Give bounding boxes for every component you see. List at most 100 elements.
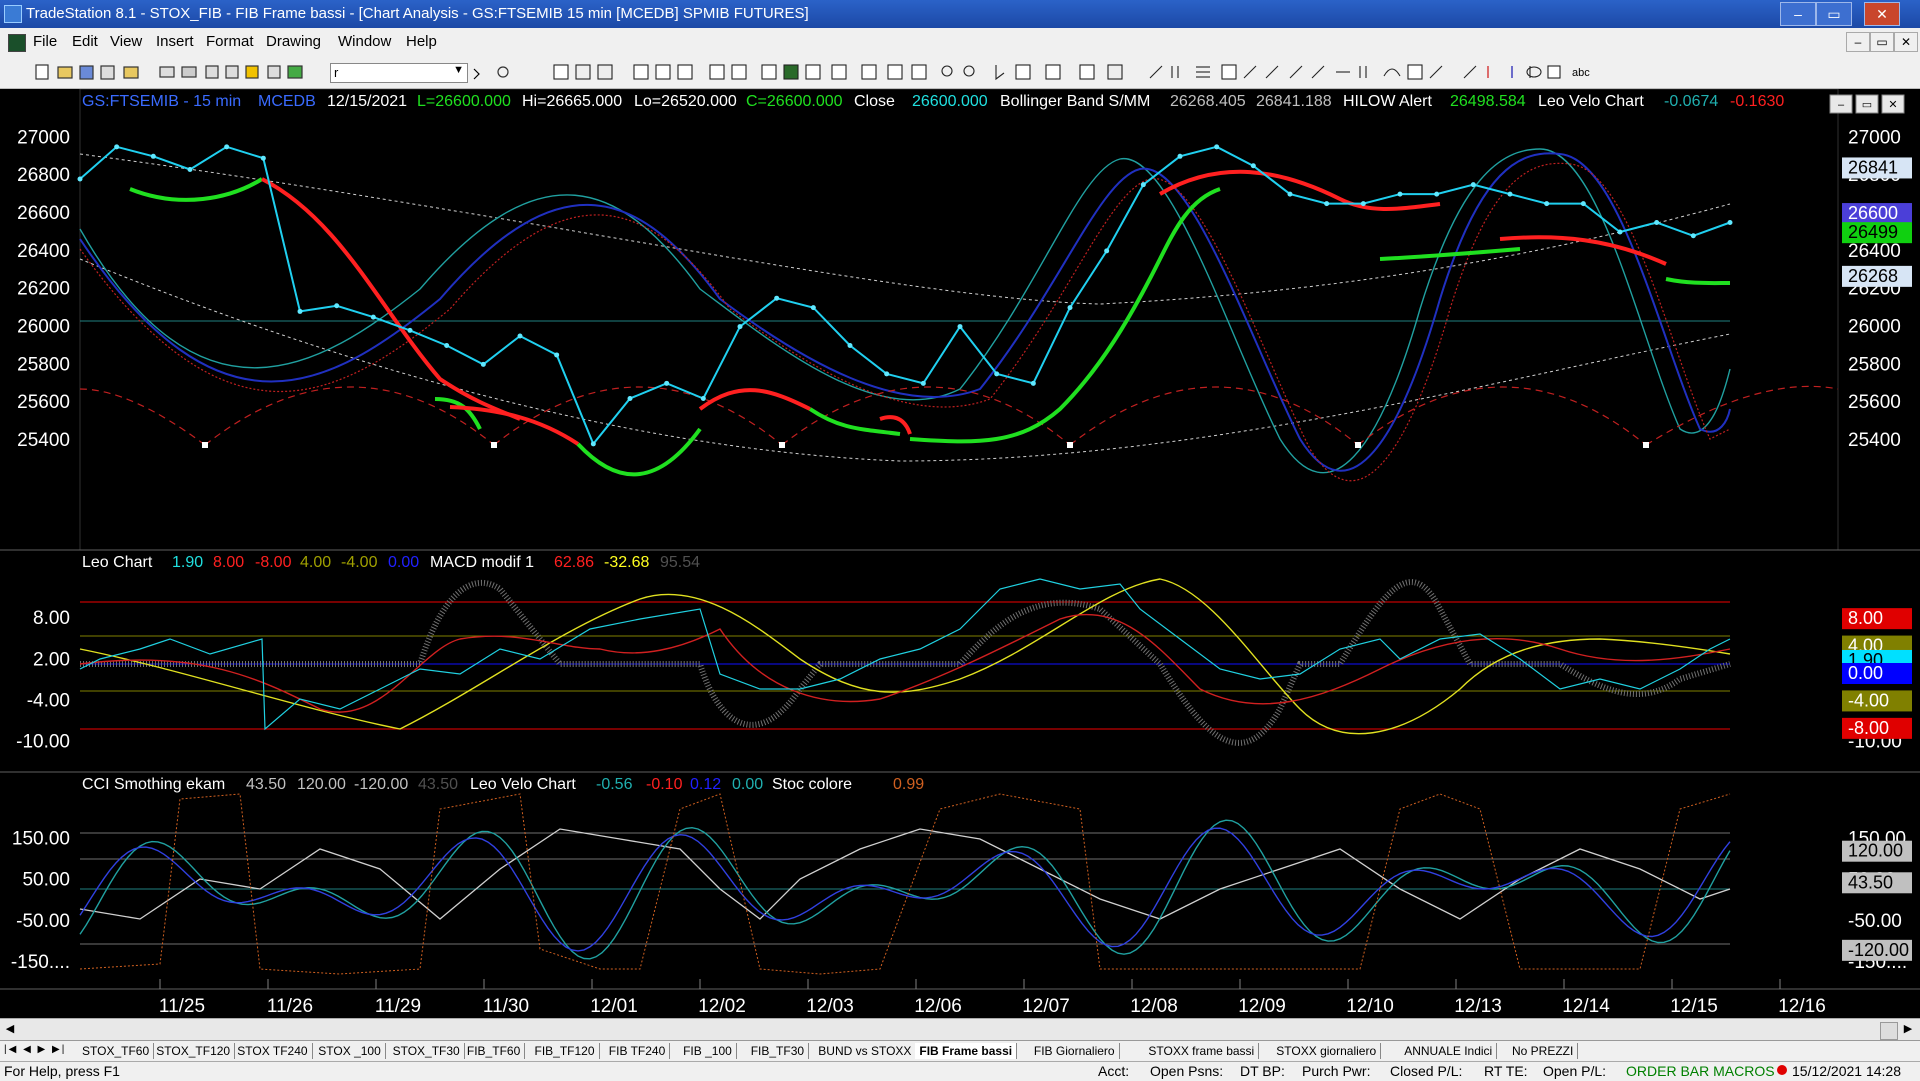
header-last: L=26600.000	[417, 93, 511, 110]
tab-fib-frame-bassi[interactable]: FIB Frame bassi	[915, 1043, 1018, 1059]
mdi-restore-button[interactable]: ▭	[1870, 32, 1894, 52]
maximize-button[interactable]: ▭	[1816, 2, 1852, 26]
zoom-out-icon[interactable]	[963, 65, 975, 77]
x-tick-label: 12/08	[1130, 996, 1178, 1017]
chart-analysis-window[interactable]: – ▭ ✕ GS:FTSEMIB - 15 min MCEDB 12/15/20…	[0, 89, 1920, 1018]
axis-tag-label: -8.00	[1848, 718, 1889, 738]
panel3-s1: 0.99	[893, 776, 924, 793]
tab-fib-tf240[interactable]: FIB TF240	[605, 1043, 671, 1059]
menu-view[interactable]: View	[110, 33, 142, 50]
panel2-v6: 0.00	[388, 554, 419, 571]
open-icon[interactable]	[57, 66, 73, 79]
ellipse-icon[interactable]	[1526, 66, 1542, 78]
price-point	[1214, 144, 1220, 150]
menu-edit[interactable]: Edit	[72, 33, 98, 50]
header-close-number: 26600.000	[912, 93, 988, 110]
x-tick-label: 12/13	[1454, 996, 1502, 1017]
header-bb2: 26841.188	[1256, 93, 1332, 110]
tab-fib-tf60[interactable]: FIB_TF60	[463, 1043, 526, 1059]
print-preview-icon[interactable]	[159, 66, 175, 78]
crosshair-icon[interactable]	[1015, 64, 1031, 80]
header-lv2: -0.1630	[1730, 93, 1784, 110]
menu-window[interactable]: Window	[338, 33, 391, 50]
y-tick-label: 26200	[17, 279, 70, 300]
print-icon[interactable]	[181, 66, 197, 78]
mdi-minimize-button[interactable]: –	[1846, 32, 1870, 52]
hilow-green-seg-2	[434, 397, 482, 430]
tab-bund-vs-stoxx[interactable]: BUND vs STOXX	[814, 1043, 917, 1059]
mdi-close-button[interactable]: ✕	[1894, 32, 1918, 52]
new-icon[interactable]	[35, 64, 49, 80]
menu-help[interactable]: Help	[406, 33, 437, 50]
axis-tag-label: 43.50	[1848, 872, 1893, 892]
price-point	[1360, 201, 1366, 207]
colorize-icon[interactable]	[287, 65, 303, 79]
price-axis-tags: 26841 2660026499 26268	[1842, 157, 1912, 287]
chart-doc-icon[interactable]	[8, 34, 26, 52]
tab-stox-tf30[interactable]: STOX_TF30	[389, 1043, 465, 1059]
zoom-in-icon[interactable]	[941, 65, 953, 77]
header-leovelo-label: Leo Velo Chart	[1538, 93, 1644, 110]
chevron-down-icon[interactable]: ▼	[453, 64, 464, 76]
menu-file[interactable]: File	[33, 33, 57, 50]
lock-icon[interactable]	[245, 65, 259, 79]
minimize-button[interactable]: –	[1780, 2, 1816, 26]
hilow-green-seg-1	[129, 177, 264, 202]
menu-drawing[interactable]: Drawing	[266, 33, 321, 50]
trendline-icon[interactable]	[1149, 65, 1163, 79]
symbol-lookup-icon[interactable]	[497, 66, 509, 78]
symbol-input[interactable]: r ▼	[330, 63, 468, 83]
cut-icon[interactable]	[205, 65, 219, 79]
close-button[interactable]: ✕	[1864, 2, 1900, 26]
panel2-v1: 1.90	[172, 554, 203, 571]
scroll-thumb[interactable]	[1880, 1022, 1898, 1040]
cci-axis-tags: 120.00 43.50 -120.00	[1842, 840, 1912, 961]
tab-fib-tf30[interactable]: FIB_TF30	[747, 1043, 810, 1059]
folder-icon[interactable]	[123, 66, 139, 79]
price-point	[297, 308, 303, 314]
axis-tag-label: 120.00	[1848, 841, 1903, 861]
price-point	[1177, 153, 1183, 159]
y-tick-label: 25400	[17, 430, 70, 451]
menu-bar: File Edit View Insert Format Drawing Win…	[0, 28, 1920, 56]
price-point	[1397, 191, 1403, 197]
tab-fib-tf120[interactable]: FIB_TF120	[531, 1043, 600, 1059]
copy-icon[interactable]	[100, 65, 115, 80]
tab-no-prezzi[interactable]: No PREZZI	[1508, 1043, 1579, 1059]
tab-fib-100[interactable]: FIB _100	[679, 1043, 737, 1059]
tab-annuale-indici[interactable]: ANNUALE Indici	[1400, 1043, 1498, 1059]
scroll-right-icon[interactable]: ▶	[1900, 1022, 1916, 1038]
pointer-icon[interactable]	[995, 65, 1005, 81]
panel-restore-label: ▭	[1862, 99, 1872, 111]
y-tick-label: 50.00	[22, 870, 70, 891]
tab-stox-tf240[interactable]: STOX TF240	[233, 1043, 313, 1059]
tab-stox-tf60[interactable]: STOX_TF60	[78, 1043, 155, 1059]
status-macros[interactable]: ORDER BAR MACROS	[1626, 1063, 1775, 1079]
status-acct: Acct:	[1098, 1063, 1130, 1079]
status-open-pl: Open P/L:	[1543, 1063, 1607, 1079]
paste-icon[interactable]	[225, 65, 239, 79]
menu-format[interactable]: Format	[206, 33, 254, 50]
tab-stoxx-giornaliero[interactable]: STOXX giornaliero	[1272, 1043, 1382, 1059]
tab-stox-tf120[interactable]: STOX_TF120	[152, 1043, 236, 1059]
tab-nav-arrows-icon[interactable]: |◀ ◀ ▶ ▶|	[4, 1044, 66, 1055]
tab-stox-100[interactable]: STOX _100	[314, 1043, 386, 1059]
x-tick-label: 12/16	[1778, 996, 1826, 1017]
rectangle-icon[interactable]	[1547, 65, 1561, 79]
scroll-left-icon[interactable]: ◀	[2, 1022, 18, 1038]
menu-insert[interactable]: Insert	[156, 33, 194, 50]
tab-fib-giornaliero[interactable]: FIB Giornaliero	[1030, 1043, 1120, 1059]
y-tick-label: -50.00	[16, 911, 70, 932]
price-point	[1654, 220, 1660, 226]
tab-stoxx-frame-bassi[interactable]: STOXX frame bassi	[1144, 1043, 1260, 1059]
x-tick-label: 12/10	[1346, 996, 1394, 1017]
y-tick-label: 150.00	[12, 828, 70, 849]
bitmap-icon[interactable]	[267, 65, 281, 79]
go-arrow-icon[interactable]	[473, 68, 480, 80]
chart-svg[interactable]: – ▭ ✕ GS:FTSEMIB - 15 min MCEDB 12/15/20…	[0, 89, 1920, 1018]
save-icon[interactable]	[79, 65, 94, 80]
panel3-l4: 0.00	[732, 776, 763, 793]
horizontal-scrollbar[interactable]: ◀ ▶	[0, 1018, 1920, 1041]
text-tool-icon[interactable]: abc	[1572, 67, 1590, 79]
y-tick-label-right: 27000	[1848, 127, 1901, 148]
